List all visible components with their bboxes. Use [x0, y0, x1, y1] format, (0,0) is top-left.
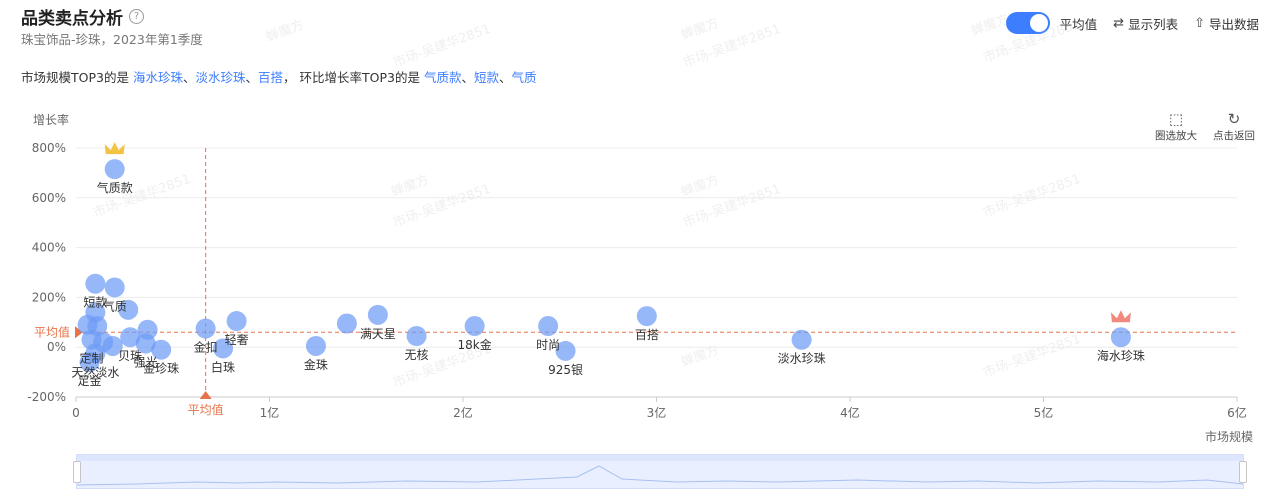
y-axis-title: 增长率 — [33, 112, 69, 127]
x-tick-label: 6亿 — [1227, 405, 1247, 420]
data-point[interactable] — [226, 311, 247, 332]
average-label-y: 平均值 — [34, 324, 70, 339]
y-tick-label: 800% — [32, 141, 66, 155]
x-tick-label: 2亿 — [453, 405, 473, 420]
y-tick-label: 400% — [32, 241, 66, 255]
data-point-label: 时尚 — [536, 338, 560, 352]
x-axis: 0 1亿 2亿 3亿 4亿 5亿 6亿 — [72, 397, 1247, 420]
crown-icon — [1110, 310, 1131, 323]
average-label-x: 平均值 — [188, 402, 224, 417]
grid-lines — [76, 147, 1237, 398]
average-lines: 平均值平均值 — [34, 148, 1237, 417]
data-zoom-slider[interactable] — [73, 454, 1247, 489]
data-point-label: 足金 — [78, 373, 102, 388]
data-point-label: 贝珠 — [118, 349, 142, 363]
data-point[interactable] — [406, 325, 427, 346]
y-tick-label: -200% — [27, 390, 66, 404]
data-point[interactable] — [367, 304, 388, 325]
x-tick-label: 0 — [72, 406, 80, 420]
slider-left-handle[interactable] — [73, 461, 81, 483]
crown-icon — [104, 142, 125, 155]
x-axis-title: 市场规模 — [1205, 429, 1253, 444]
data-point[interactable] — [538, 316, 559, 337]
data-point[interactable] — [305, 335, 326, 356]
slider-right-handle[interactable] — [1239, 461, 1247, 483]
average-marker-x — [199, 391, 212, 399]
slider-preview — [77, 465, 1243, 486]
y-tick-label: 0% — [47, 340, 66, 354]
x-tick-label: 4亿 — [840, 405, 860, 420]
data-point[interactable] — [195, 318, 216, 339]
data-point-label: 淡水珍珠 — [778, 352, 826, 366]
data-point[interactable] — [85, 273, 106, 294]
data-point-label: 925银 — [548, 363, 583, 377]
x-tick-label: 5亿 — [1034, 405, 1054, 420]
x-tick-label: 3亿 — [647, 405, 667, 420]
y-tick-label: 200% — [32, 290, 66, 304]
data-point-label: 定制 — [79, 351, 103, 366]
data-point[interactable] — [104, 159, 125, 180]
x-tick-label: 1亿 — [260, 405, 280, 420]
data-point-label: 18k金 — [457, 337, 491, 352]
data-point-label: 短款 — [83, 296, 107, 310]
data-point[interactable] — [791, 329, 812, 350]
data-point-label: 海水珍珠 — [1097, 348, 1145, 363]
data-point[interactable] — [104, 277, 125, 298]
data-point-label: 满天星 — [360, 327, 396, 341]
data-labels: 海水珍珠淡水珍珠百搭925银时尚18k金无核满天星金珠轻奢白珠金扣金珍珠强光贝珠… — [71, 180, 1145, 388]
slider-preview-line — [77, 465, 1243, 486]
data-point-label: 金扣 — [194, 340, 218, 355]
data-point-label: 白珠 — [211, 359, 235, 374]
data-point-label: 轻奢 — [225, 333, 249, 347]
data-point[interactable] — [636, 306, 657, 327]
data-point[interactable] — [1110, 327, 1131, 348]
data-point-label: 金珠 — [304, 357, 328, 372]
y-axis: -200% 0% 200% 400% 600% 800% — [27, 141, 66, 404]
y-tick-label: 600% — [32, 191, 66, 205]
data-point[interactable] — [336, 313, 357, 334]
data-point[interactable] — [120, 327, 141, 348]
scatter-chart[interactable]: -200% 0% 200% 400% 600% 800% 0 1亿 2亿 3亿 4亿 5亿 6亿 平均… — [0, 0, 1269, 450]
data-point-label: 无核 — [405, 348, 429, 362]
data-point-label: 气质款 — [97, 180, 133, 195]
data-point-label: 百搭 — [635, 328, 659, 342]
data-point[interactable] — [464, 316, 485, 337]
